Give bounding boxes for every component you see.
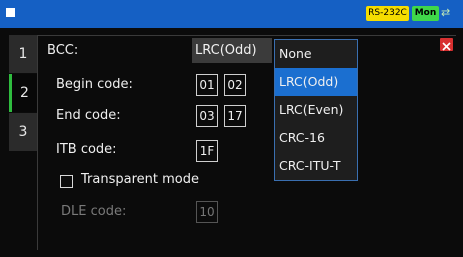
monitor-mode-badge: Mon	[412, 6, 439, 21]
end-code-field-1[interactable]: 03	[196, 105, 218, 127]
itb-code-label: ITB code:	[56, 142, 117, 157]
close-button[interactable]	[440, 38, 453, 51]
begin-code-label: Begin code:	[56, 77, 133, 92]
begin-code-field-2[interactable]: 02	[224, 74, 246, 96]
tab-strip: 1 2 3	[9, 35, 37, 205]
dropdown-option-lrc-odd[interactable]: LRC(Odd)	[275, 68, 357, 96]
bcc-label: BCC:	[47, 43, 79, 58]
begin-code-field-1[interactable]: 01	[196, 74, 218, 96]
end-code-field-2[interactable]: 17	[224, 105, 246, 127]
transparent-mode-checkbox[interactable]	[60, 175, 73, 188]
dle-code-field: 10	[196, 201, 218, 223]
bcc-dropdown-list: None LRC(Odd) LRC(Even) CRC-16 CRC-ITU-T	[274, 39, 358, 181]
bcc-select[interactable]: LRC(Odd)	[192, 38, 272, 63]
usb-icon: ⇄	[441, 6, 451, 19]
dropdown-option-lrc-even[interactable]: LRC(Even)	[275, 96, 357, 124]
interface-badge: RS-232C	[366, 6, 409, 21]
tab-1[interactable]: 1	[9, 35, 37, 73]
dropdown-option-crc-16[interactable]: CRC-16	[275, 124, 357, 152]
title-bar: RS-232C Mon ⇄	[0, 0, 463, 28]
dropdown-option-none[interactable]: None	[275, 40, 357, 68]
transparent-mode-label[interactable]: Transparent mode	[81, 172, 199, 187]
tab-3[interactable]: 3	[9, 113, 37, 151]
window-icon	[6, 8, 15, 17]
dle-code-label: DLE code:	[61, 204, 127, 219]
dropdown-option-crc-itu-t[interactable]: CRC-ITU-T	[275, 152, 357, 180]
end-code-label: End code:	[56, 108, 121, 123]
tab-2[interactable]: 2	[9, 74, 37, 112]
itb-code-field[interactable]: 1F	[196, 140, 218, 162]
close-icon	[442, 42, 451, 51]
